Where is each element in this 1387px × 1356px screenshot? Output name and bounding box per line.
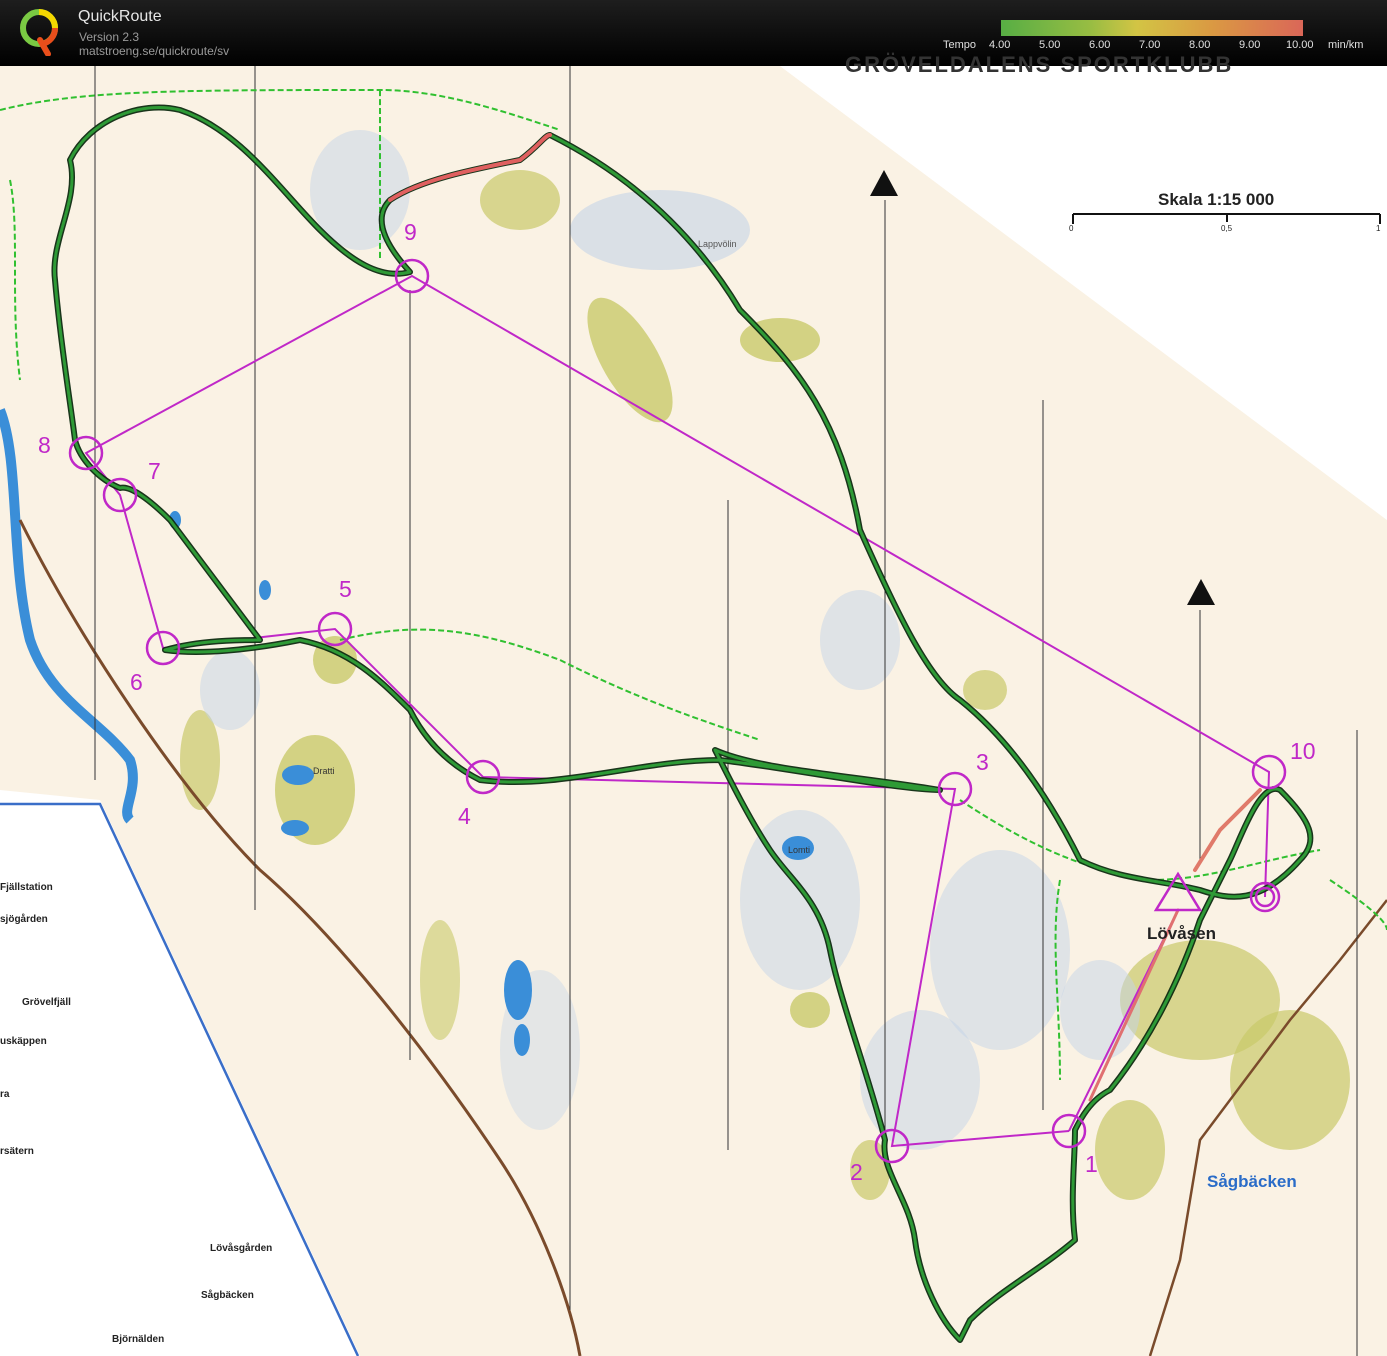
map-graphics bbox=[0, 66, 1387, 1356]
place-bjornalden: Björnälden bbox=[112, 1334, 165, 1345]
place-rsatern: rsätern bbox=[0, 1146, 34, 1157]
place-lomti: Lomti bbox=[788, 845, 811, 855]
terrain-layer bbox=[0, 66, 1387, 1356]
legend-tick: 6.00 bbox=[1089, 39, 1111, 51]
place-sjogarden: sjögården bbox=[0, 914, 48, 925]
north-arrow-icon bbox=[1187, 579, 1215, 605]
legend-tick: 7.00 bbox=[1139, 39, 1161, 51]
scale-tick: 0 bbox=[1069, 224, 1074, 233]
control-number: 1 bbox=[1085, 1151, 1098, 1177]
control-number: 8 bbox=[38, 432, 51, 458]
legend-tick: 9.00 bbox=[1239, 39, 1261, 51]
control-number: 5 bbox=[339, 576, 352, 602]
place-lovasgarden: Lövåsgården bbox=[210, 1243, 273, 1254]
app-title: QuickRoute bbox=[78, 8, 162, 25]
control-number: 2 bbox=[850, 1159, 863, 1185]
north-arrow-icon bbox=[870, 170, 898, 196]
control-number: 4 bbox=[458, 803, 471, 829]
legend-tick: 10.00 bbox=[1286, 39, 1314, 51]
scale-tick: 0,5 bbox=[1221, 224, 1233, 233]
app-version: Version 2.3 bbox=[79, 30, 140, 44]
control-number: 6 bbox=[130, 669, 143, 695]
control-number: 10 bbox=[1290, 738, 1316, 764]
app-url: matstroeng.se/quickroute/sv bbox=[79, 44, 230, 58]
place-sagbacken: Sågbäcken bbox=[201, 1290, 254, 1301]
place-fjallstation: Fjällstation bbox=[0, 882, 53, 893]
place-lappvolin: Lappvölin bbox=[698, 239, 737, 249]
orienteering-map[interactable]: GRÖVELDALENS SPORTKLUBB Skala 1:15 000 0… bbox=[0, 52, 1387, 1356]
pace-color-bar bbox=[1001, 20, 1303, 36]
legend-unit: min/km bbox=[1328, 39, 1364, 51]
control-number: 9 bbox=[404, 219, 417, 245]
scale-label: Skala 1:15 000 bbox=[1158, 190, 1275, 209]
legend-tick: 4.00 bbox=[989, 39, 1011, 51]
scale-tick: 1 bbox=[1376, 224, 1381, 233]
legend-tick: 5.00 bbox=[1039, 39, 1061, 51]
control-number: 7 bbox=[148, 458, 161, 484]
place-sagbacken-town: Sågbäcken bbox=[1207, 1172, 1297, 1191]
place-uskappen: uskäppen bbox=[0, 1036, 47, 1047]
map-club-header: GRÖVELDALENS SPORTKLUBB bbox=[845, 52, 1234, 77]
place-grovelfjall: Grövelfjäll bbox=[22, 997, 71, 1008]
legend-tick: 8.00 bbox=[1189, 39, 1211, 51]
place-dratti: Dratti bbox=[313, 766, 335, 776]
place-ra: ra bbox=[0, 1089, 10, 1100]
place-lovasen: Lövåsen bbox=[1147, 924, 1216, 943]
legend-label: Tempo bbox=[943, 39, 977, 51]
quickroute-logo-icon bbox=[20, 9, 58, 56]
control-number: 3 bbox=[976, 749, 989, 775]
